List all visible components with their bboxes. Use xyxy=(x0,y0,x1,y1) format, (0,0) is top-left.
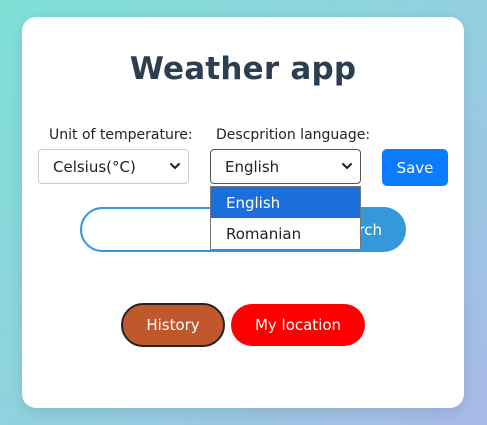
weather-card: Weather app Unit of temperature: Celsius… xyxy=(22,17,464,408)
language-label: Descprition language: xyxy=(216,127,371,143)
history-button[interactable]: History xyxy=(121,303,225,347)
page-title: Weather app xyxy=(129,51,357,87)
language-select-value: English xyxy=(225,157,280,176)
language-dropdown-list: English Romanian xyxy=(210,186,361,250)
save-button[interactable]: Save xyxy=(382,149,448,186)
chevron-down-icon xyxy=(170,163,180,169)
unit-label: Unit of temperature: xyxy=(49,127,193,143)
my-location-button[interactable]: My location xyxy=(231,304,365,346)
chevron-down-icon xyxy=(342,163,352,169)
unit-select[interactable]: Celsius(°C) xyxy=(38,149,189,184)
unit-select-value: Celsius(°C) xyxy=(53,157,136,176)
language-select[interactable]: English xyxy=(210,149,361,184)
language-option-romanian[interactable]: Romanian xyxy=(211,218,360,249)
language-option-english[interactable]: English xyxy=(211,187,360,218)
